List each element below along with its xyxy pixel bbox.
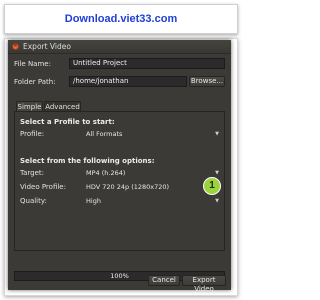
export-video-button[interactable]: Export Video (182, 275, 226, 293)
profile-section-heading: Select a Profile to start: (20, 118, 115, 126)
watermark-banner: Download.viet33.com (4, 4, 238, 34)
progress-text: 100% (110, 272, 129, 280)
close-icon: ✕ (13, 43, 18, 49)
folder-path-label: Folder Path: (14, 78, 56, 86)
dropdown-arrow-icon: ▼ (215, 198, 219, 204)
video-profile-select[interactable]: HDV 720 24p (1280x720) ▼ (83, 182, 223, 192)
cancel-button[interactable]: Cancel (148, 275, 180, 286)
target-label: Target: (20, 169, 45, 177)
folder-path-input[interactable]: /home/jonathan (69, 76, 187, 87)
dropdown-arrow-icon: ▼ (215, 131, 219, 137)
quality-label: Quality: (20, 197, 47, 205)
target-select[interactable]: MP4 (h.264) ▼ (83, 168, 223, 178)
browse-button[interactable]: Browse... (189, 76, 225, 87)
profile-value: All Formats (86, 130, 123, 138)
quality-value: High (86, 197, 101, 205)
callout-badge: 1 (203, 177, 221, 195)
window-title: Export Video (23, 42, 71, 51)
simple-tab-panel: Select a Profile to start: Profile: All … (14, 111, 225, 251)
file-name-input[interactable]: Untitled Project (69, 58, 225, 69)
options-section-heading: Select from the following options: (20, 157, 155, 165)
export-video-dialog: ✕ Export Video File Name: Untitled Proje… (8, 40, 231, 293)
dropdown-arrow-icon: ▼ (215, 170, 219, 176)
quality-select[interactable]: High ▼ (83, 196, 223, 206)
close-button[interactable]: ✕ (12, 43, 19, 50)
profile-select[interactable]: All Formats ▼ (83, 129, 223, 139)
file-name-label: File Name: (14, 60, 51, 68)
target-value: MP4 (h.264) (86, 169, 126, 177)
title-bar: ✕ Export Video (8, 40, 231, 54)
profile-label: Profile: (20, 130, 45, 138)
video-profile-value: HDV 720 24p (1280x720) (86, 183, 170, 191)
watermark-text: Download.viet33.com (64, 13, 178, 25)
video-profile-label: Video Profile: (20, 183, 66, 191)
